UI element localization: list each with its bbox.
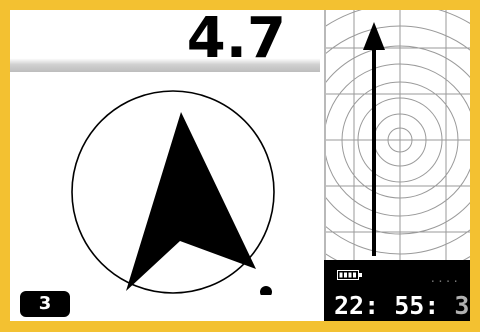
status-panel: .... 22: 55: 37 bbox=[324, 260, 470, 321]
display-screen: 4.7 .... 22: 55: 3 3 bbox=[10, 10, 470, 321]
heading-arrow-icon bbox=[363, 22, 385, 50]
compass bbox=[71, 90, 275, 295]
radar-grid bbox=[263, 10, 470, 277]
radar-plot bbox=[263, 10, 470, 277]
value-header: 4.7 bbox=[10, 10, 320, 72]
clock: 22: 55: 37 bbox=[334, 292, 470, 320]
page-badge: 3 bbox=[20, 291, 70, 317]
gps-status: .... bbox=[429, 272, 460, 285]
primary-value: 4.7 bbox=[186, 10, 286, 71]
device-frame: 4.7 .... 22: 55: 3 3 bbox=[6, 6, 474, 324]
navigation-arrow-icon bbox=[126, 112, 256, 291]
clock-seconds: 37 bbox=[454, 291, 470, 320]
battery-icon bbox=[337, 270, 362, 280]
compass-marker-dot bbox=[260, 286, 272, 295]
clock-hours-minutes: 22: 55: bbox=[334, 291, 440, 320]
